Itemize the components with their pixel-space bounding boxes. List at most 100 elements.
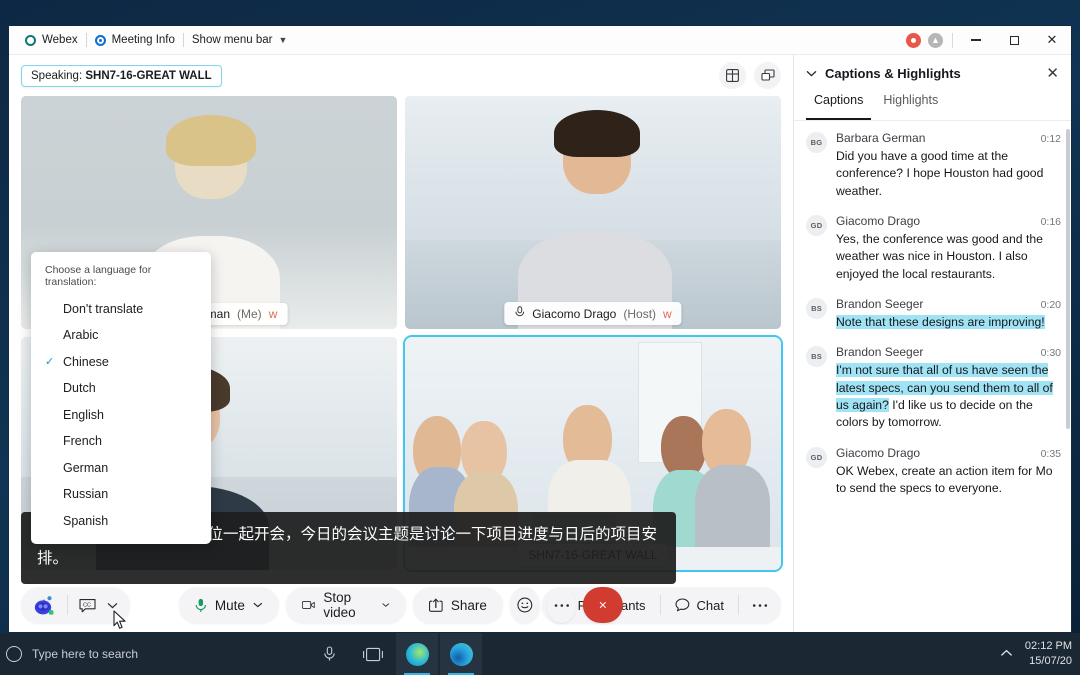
speaking-prefix: Speaking:: [31, 69, 86, 82]
language-label: Dutch: [63, 381, 96, 396]
caption-body: I'm not sure that all of us have seen th…: [836, 362, 1061, 431]
collapse-chevron-icon[interactable]: [806, 64, 817, 82]
language-label: Russian: [63, 487, 109, 502]
windows-taskbar: Type here to search 02:12 PM 15/07/20: [0, 633, 1080, 675]
window-title-bar: Webex Meeting Info Show menu bar ▼ ▲ ✕: [9, 26, 1071, 55]
caption-entry: BS Brandon Seeger 0:20 Note that these d…: [794, 297, 1071, 345]
participant-name: Giacomo Drago: [532, 306, 617, 321]
tab-highlights[interactable]: Highlights: [875, 91, 946, 120]
panel-tabs: Captions Highlights: [794, 91, 1071, 121]
record-icon[interactable]: [906, 32, 921, 48]
speaker-name: Brandon Seeger: [836, 296, 924, 311]
participant-role: (Host): [623, 306, 657, 321]
captions-highlights-panel: Captions & Highlights ✕ Captions Highlig…: [793, 55, 1071, 632]
minimize-button[interactable]: [957, 26, 995, 55]
primary-controls: Mute Stop video Share: [178, 587, 624, 623]
language-menu-header: Choose a language for translation:: [45, 263, 152, 288]
tab-captions[interactable]: Captions: [806, 91, 872, 120]
caption-segment: OK Webex, create an action item for Mo t…: [836, 463, 1053, 495]
closed-captions-icon[interactable]: CC: [68, 587, 105, 623]
webex-meeting-window: Webex Meeting Info Show menu bar ▼ ▲ ✕ S…: [8, 25, 1072, 633]
start-icon[interactable]: [6, 646, 22, 662]
mouse-cursor: [113, 610, 127, 635]
panel-scrollbar[interactable]: [1066, 129, 1070, 429]
share-button[interactable]: Share: [412, 587, 503, 623]
timestamp: 0:12: [1040, 133, 1061, 145]
video-tile[interactable]: Giacomo Drago (Host) w: [405, 96, 781, 329]
webex-app-icon[interactable]: [396, 633, 438, 675]
translation-language-menu[interactable]: Choose a language for translation: ✓Don'…: [31, 251, 211, 544]
language-option-german[interactable]: ✓German: [31, 455, 211, 482]
task-view-icon[interactable]: [352, 633, 394, 675]
smiley-icon[interactable]: [509, 587, 540, 623]
show-hidden-icons-icon[interactable]: [1000, 648, 1013, 660]
muted-mic-icon: w: [268, 307, 278, 321]
language-option-arabic[interactable]: ✓Arabic: [31, 322, 211, 349]
language-label: German: [63, 460, 109, 475]
avatar: BS: [806, 346, 827, 368]
info-icon: [94, 34, 106, 46]
search-box[interactable]: Type here to search: [6, 639, 306, 669]
caption-body: OK Webex, create an action item for Mo t…: [836, 463, 1061, 498]
stop-video-button[interactable]: Stop video: [285, 587, 406, 623]
caption-entry: GD Giacomo Drago 0:35 OK Webex, create a…: [794, 446, 1071, 512]
stage-toolbar: Speaking: SHN7-16-GREAT WALL: [9, 55, 793, 96]
avatar: GD: [806, 446, 827, 468]
language-option-dutch[interactable]: ✓Dutch: [31, 375, 211, 402]
speaker-name: Barbara German: [836, 131, 926, 145]
language-option-english[interactable]: ✓English: [31, 402, 211, 429]
speaker-name: Brandon Seeger: [836, 345, 924, 360]
mute-button[interactable]: Mute: [178, 587, 279, 623]
meeting-info-button[interactable]: Meeting Info: [87, 28, 183, 52]
connection-icon[interactable]: ▲: [928, 32, 943, 48]
panel-header: Captions & Highlights ✕: [794, 55, 1071, 91]
meeting-info-label: Meeting Info: [111, 34, 175, 46]
chevron-down-icon: ▼: [278, 35, 288, 45]
webex-assistant-icon[interactable]: [21, 587, 67, 623]
mute-label: Mute: [214, 597, 245, 613]
edge-browser-icon[interactable]: [440, 633, 482, 675]
close-icon[interactable]: ✕: [1046, 64, 1059, 82]
show-menu-bar-button[interactable]: Show menu bar ▼: [184, 28, 295, 52]
window-controls: ▲ ✕: [906, 26, 1071, 54]
more-options-icon[interactable]: [546, 587, 577, 623]
caption-body: Note that these designs are improving!: [836, 314, 1061, 331]
webex-logo-icon: [25, 34, 36, 46]
language-option-dont-translate[interactable]: ✓Don't translate: [31, 296, 211, 323]
video-stage: Speaking: SHN7-16-GREAT WALL (Me) w Giac…: [9, 55, 793, 632]
leave-meeting-button[interactable]: [583, 587, 624, 623]
more-options-right-icon[interactable]: [739, 587, 781, 623]
caption-body: Yes, the conference was good and the wea…: [836, 231, 1061, 283]
search-placeholder: Type here to search: [32, 647, 139, 661]
layout-buttons: [719, 62, 781, 89]
panel-title: Captions & Highlights: [825, 65, 961, 81]
language-option-chinese[interactable]: ✓ Chinese: [31, 349, 211, 376]
speaker-name: Giacomo Drago: [836, 213, 921, 228]
participant-video: [405, 96, 781, 329]
language-option-russian[interactable]: ✓Russian: [31, 481, 211, 508]
clock[interactable]: 02:12 PM 15/07/20: [1025, 639, 1072, 669]
caption-entry: BS Brandon Seeger 0:30 I'm not sure that…: [794, 345, 1071, 445]
grid-layout-icon[interactable]: [719, 62, 746, 89]
svg-text:CC: CC: [83, 602, 91, 608]
participant-role: (Me): [237, 307, 262, 321]
language-option-french[interactable]: ✓French: [31, 428, 211, 455]
clock-time: 02:12 PM: [1024, 640, 1072, 653]
chat-button[interactable]: Chat: [661, 587, 738, 623]
captions-list[interactable]: BG Barbara German 0:12 Did you have a go…: [794, 121, 1071, 632]
timestamp: 0:16: [1040, 215, 1061, 228]
participant-name-pill: Giacomo Drago (Host) w: [504, 302, 682, 325]
timestamp: 0:30: [1040, 347, 1061, 360]
speaking-name: SHN7-16-GREAT WALL: [85, 69, 212, 82]
stacked-layout-icon[interactable]: [754, 62, 781, 89]
webex-brand[interactable]: Webex: [17, 28, 86, 52]
caption-entry: BG Barbara German 0:12 Did you have a go…: [794, 131, 1071, 214]
stop-video-label: Stop video: [323, 590, 356, 620]
language-option-spanish[interactable]: ✓Spanish: [31, 508, 211, 535]
close-button[interactable]: ✕: [1033, 26, 1071, 55]
timestamp: 0:35: [1040, 447, 1061, 460]
caption-entry: GD Giacomo Drago 0:16 Yes, the conferenc…: [794, 214, 1071, 297]
microphone-icon[interactable]: [308, 633, 350, 675]
maximize-button[interactable]: [995, 26, 1033, 55]
speaker-name: Giacomo Drago: [836, 445, 921, 460]
